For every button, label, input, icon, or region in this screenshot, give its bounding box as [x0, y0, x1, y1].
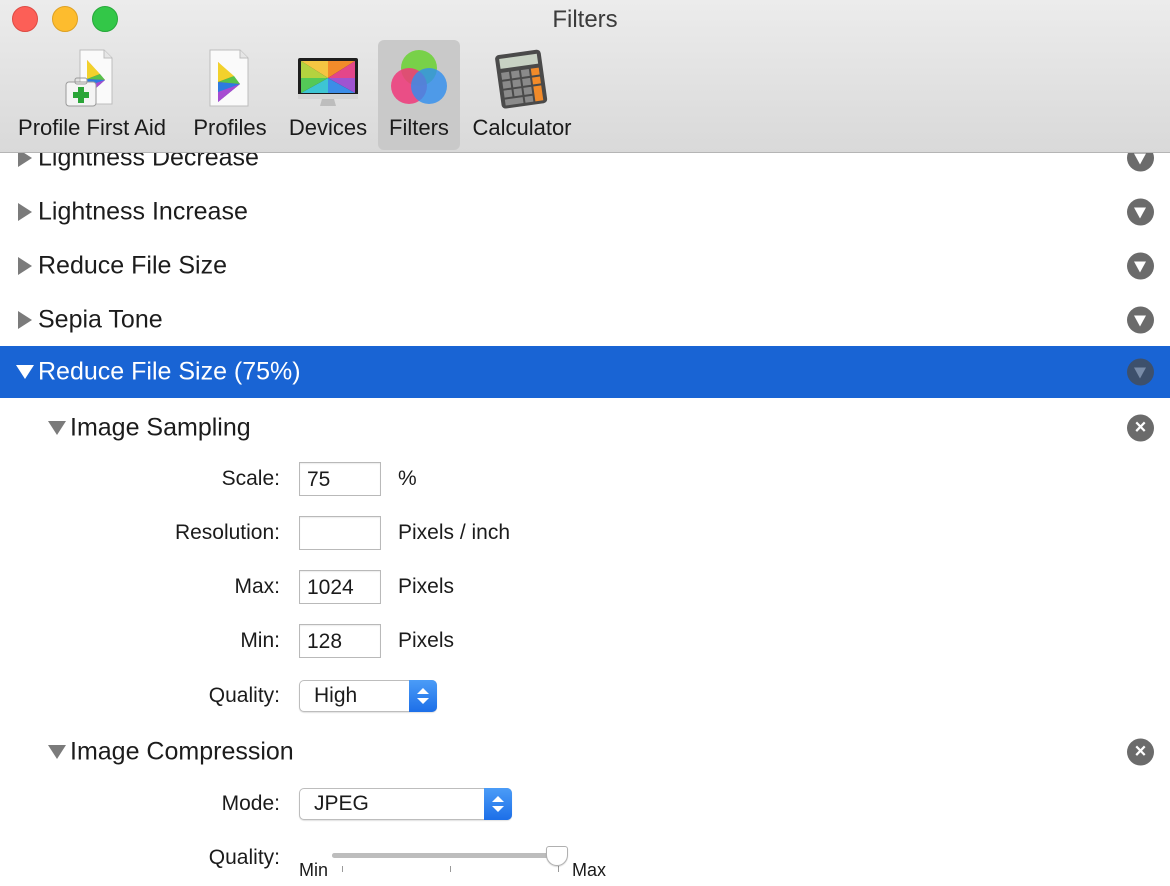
- stepper-arrows-icon: [409, 680, 437, 712]
- close-icon: ×: [1134, 740, 1147, 763]
- tab-label: Calculator: [472, 115, 572, 140]
- filter-menu-button[interactable]: [1127, 306, 1154, 334]
- filter-label: Reduce File Size (75%): [38, 357, 301, 386]
- scale-row: Scale: 75 %: [0, 459, 1170, 499]
- mode-label: Mode:: [221, 792, 280, 815]
- chevron-down-icon: [1134, 261, 1146, 273]
- mode-row: Mode: JPEG: [0, 784, 1170, 824]
- filters-list: Lightness Decrease Lightness Increase Re…: [0, 153, 1170, 886]
- filter-menu-button[interactable]: [1127, 153, 1154, 172]
- tab-profile-first-aid[interactable]: Profile First Aid: [6, 40, 178, 150]
- resolution-row: Resolution: Pixels / inch: [0, 513, 1170, 553]
- min-label: Min:: [240, 629, 280, 652]
- min-unit: Pixels: [398, 629, 455, 652]
- min-field[interactable]: 128: [299, 624, 381, 658]
- scale-label: Scale:: [221, 467, 280, 490]
- max-label: Max:: [234, 575, 280, 598]
- devices-monitor-icon: [298, 58, 358, 106]
- filter-row-reduce-file-size-75[interactable]: Reduce File Size (75%): [0, 346, 1170, 398]
- window-toolbar: Filters Profile First Aid Profiles Devic…: [0, 0, 1170, 153]
- disclosure-triangle-icon[interactable]: [48, 421, 66, 435]
- disclosure-triangle-icon[interactable]: [18, 203, 32, 221]
- resolution-label: Resolution:: [174, 521, 280, 544]
- quality-label: Quality:: [208, 846, 280, 869]
- close-icon: ×: [1134, 416, 1147, 439]
- tab-label: Filters: [389, 115, 449, 140]
- disclosure-triangle-icon[interactable]: [18, 257, 32, 275]
- slider-tick: [450, 866, 451, 872]
- sampling-quality-popup[interactable]: High: [299, 680, 437, 712]
- section-image-sampling[interactable]: Image Sampling ×: [0, 401, 1170, 455]
- min-row: Min: 128 Pixels: [0, 621, 1170, 661]
- disclosure-triangle-icon[interactable]: [18, 311, 32, 329]
- disclosure-triangle-icon[interactable]: [18, 153, 32, 167]
- scale-unit: %: [398, 467, 417, 490]
- popup-value: JPEG: [314, 792, 369, 815]
- filter-row-sepia-tone[interactable]: Sepia Tone: [0, 293, 1170, 347]
- disclosure-triangle-icon[interactable]: [48, 745, 66, 759]
- filter-label: Sepia Tone: [38, 305, 163, 334]
- section-title: Image Sampling: [70, 413, 251, 442]
- filter-label: Lightness Increase: [38, 197, 248, 226]
- filter-row-lightness-decrease[interactable]: Lightness Decrease: [0, 153, 1170, 185]
- compression-quality-slider[interactable]: Min Max: [299, 846, 619, 886]
- resolution-unit: Pixels / inch: [398, 521, 511, 544]
- section-title: Image Compression: [70, 737, 294, 766]
- stepper-arrows-icon: [484, 788, 512, 820]
- remove-section-button[interactable]: ×: [1127, 414, 1154, 442]
- filter-menu-button[interactable]: [1127, 198, 1154, 226]
- filter-row-reduce-file-size[interactable]: Reduce File Size: [0, 239, 1170, 293]
- popup-value: High: [314, 684, 358, 707]
- slider-thumb[interactable]: [546, 846, 569, 866]
- tab-devices[interactable]: Devices: [282, 40, 374, 150]
- profile-first-aid-icon: [65, 49, 113, 107]
- calculator-icon: [495, 49, 548, 109]
- compression-mode-popup[interactable]: JPEG: [299, 788, 512, 820]
- tab-calculator[interactable]: Calculator: [464, 40, 580, 150]
- filters-icon: [391, 50, 447, 104]
- tab-label: Profile First Aid: [18, 115, 166, 140]
- tab-profiles[interactable]: Profiles: [186, 40, 274, 150]
- compression-quality-row: Quality: Min Max: [0, 838, 1170, 880]
- resolution-field[interactable]: [299, 516, 381, 550]
- max-row: Max: 1024 Pixels: [0, 567, 1170, 607]
- chevron-down-icon: [1134, 207, 1146, 219]
- filter-menu-button[interactable]: [1127, 252, 1154, 280]
- filter-menu-button[interactable]: [1127, 358, 1154, 386]
- remove-section-button[interactable]: ×: [1127, 738, 1154, 766]
- slider-tick: [558, 866, 559, 872]
- scale-field[interactable]: 75: [299, 462, 381, 496]
- chevron-down-icon: [1134, 367, 1146, 379]
- filter-row-lightness-increase[interactable]: Lightness Increase: [0, 185, 1170, 239]
- slider-fill: [332, 853, 558, 858]
- profiles-icon: [209, 49, 249, 107]
- chevron-down-icon: [1134, 153, 1146, 165]
- max-unit: Pixels: [398, 575, 455, 598]
- sampling-quality-row: Quality: High: [0, 676, 1170, 716]
- disclosure-triangle-icon[interactable]: [16, 365, 34, 379]
- max-field[interactable]: 1024: [299, 570, 381, 604]
- chevron-down-icon: [1134, 315, 1146, 327]
- window-title: Filters: [552, 6, 618, 33]
- quality-label: Quality:: [208, 684, 280, 707]
- slider-tick: [342, 866, 343, 872]
- slider-max-label: Max: [572, 860, 607, 880]
- filter-label: Lightness Decrease: [38, 153, 259, 172]
- filter-label: Reduce File Size: [38, 251, 227, 280]
- tab-label: Profiles: [193, 115, 267, 140]
- slider-min-label: Min: [299, 860, 329, 880]
- tab-filters[interactable]: Filters: [378, 40, 460, 150]
- section-image-compression[interactable]: Image Compression ×: [0, 725, 1170, 779]
- tab-label: Devices: [288, 115, 368, 140]
